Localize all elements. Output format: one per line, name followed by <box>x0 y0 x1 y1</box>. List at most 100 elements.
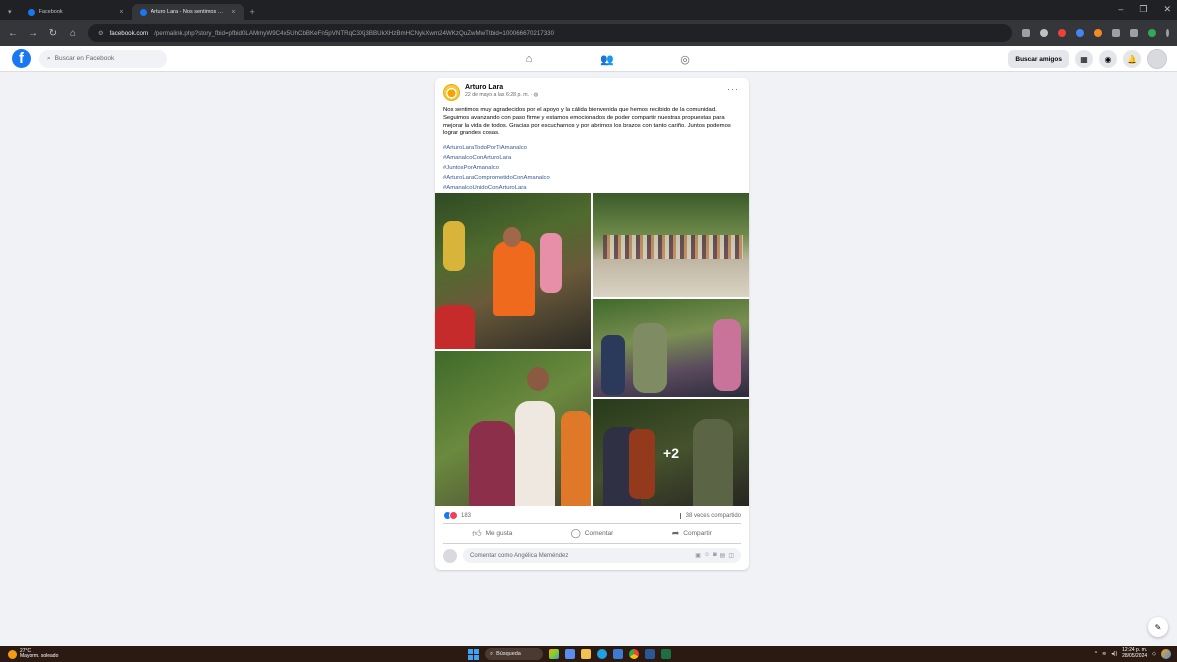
messenger-icon[interactable]: ◉ <box>1099 50 1117 68</box>
search-placeholder: Buscar en Facebook <box>54 55 115 62</box>
forward-icon[interactable]: → <box>28 28 38 39</box>
cast-icon[interactable] <box>1022 29 1030 37</box>
extensions-puzzle-icon[interactable] <box>1112 29 1120 37</box>
minimize-icon[interactable]: – <box>1118 4 1123 15</box>
extensions-area <box>1022 29 1169 37</box>
tab-facebook[interactable]: Facebook × <box>20 4 132 20</box>
notification-bell-icon[interactable]: ◇ <box>1152 651 1156 657</box>
facebook-main-nav: ⌂ 👥 ◎ <box>515 50 699 68</box>
tab-title: Facebook <box>38 9 63 15</box>
comment-bubble-icon: ◯ <box>570 528 581 538</box>
tray-overflow-icon[interactable]: ^ <box>1095 651 1097 657</box>
bookmark-star-icon[interactable] <box>1040 29 1048 37</box>
more-photos-overlay[interactable]: +2 <box>593 399 749 506</box>
tab-search-icon[interactable]: ▾ <box>6 8 20 20</box>
browser-tab-strip: ▾ Facebook × Arturo Lara - Nos sentimos … <box>0 0 1177 20</box>
word-icon[interactable] <box>645 649 655 659</box>
home-icon[interactable]: ⌂ <box>68 28 78 39</box>
search-icon: ⌕ <box>47 54 51 62</box>
post-date[interactable]: 22 de mayo a las 6:28 p. m. · ◍ <box>465 92 538 98</box>
like-button[interactable]: 👍︎ Me gusta <box>472 528 512 539</box>
new-message-icon[interactable]: ✎ <box>1148 617 1168 637</box>
extension-shield-icon[interactable] <box>1076 29 1084 37</box>
post-options-icon[interactable]: ··· <box>727 84 739 94</box>
new-tab-icon[interactable]: + <box>244 7 261 20</box>
excel-icon[interactable] <box>661 649 671 659</box>
hashtag-link[interactable]: #ArturoLaraComprometidoConAmanalco <box>443 173 550 183</box>
volume-icon[interactable]: ◂)) <box>1111 651 1117 657</box>
hashtag-link[interactable]: #AmanalcoUnidoConArturoLara <box>443 183 550 193</box>
hashtag-link[interactable]: #ArturoLaraTodoPorTiAmanalco <box>443 143 550 153</box>
avatar-sticker-icon[interactable]: ▣ <box>695 552 701 559</box>
share-button[interactable]: ➦ Compartir <box>672 528 712 539</box>
photo-5[interactable]: +2 <box>593 399 749 506</box>
shares-count[interactable]: 38 veces compartido <box>679 512 741 519</box>
comment-placeholder: Comentar como Angélica Meméndez <box>470 552 569 559</box>
comment-tools: ▣ ☺ ◙ ▤ ◫ <box>695 552 734 559</box>
photo-3[interactable] <box>593 299 749 397</box>
widgets-icon[interactable] <box>549 649 559 659</box>
file-explorer-icon[interactable] <box>581 649 591 659</box>
camera-icon[interactable]: ◙ <box>713 552 717 559</box>
extension-red-icon[interactable] <box>1058 29 1066 37</box>
close-window-icon[interactable]: ✕ <box>1163 4 1171 15</box>
hashtag-link[interactable]: #JuntosPorAmanalco <box>443 163 550 173</box>
copilot-icon[interactable] <box>1161 648 1171 659</box>
wifi-icon[interactable]: ≋ <box>1102 651 1106 657</box>
reactions-count[interactable]: 183 <box>461 513 471 519</box>
comment-button[interactable]: ◯ Comentar <box>571 528 614 539</box>
search-icon: ⌕ <box>490 650 494 657</box>
back-icon[interactable]: ← <box>8 28 18 39</box>
chrome-menu-icon[interactable] <box>1166 29 1169 37</box>
emoji-icon[interactable]: ☺ <box>704 552 710 559</box>
address-bar[interactable]: ⚙ facebook.com/permalink.php?story_fbid=… <box>88 24 1012 42</box>
clock[interactable]: 12:24 p. m. 28/05/2024 <box>1122 647 1147 659</box>
tab-close-icon[interactable]: × <box>119 9 123 16</box>
facebook-logo-icon[interactable]: f <box>12 49 31 68</box>
account-avatar[interactable] <box>1147 49 1167 69</box>
post-author[interactable]: Arturo Lara <box>465 84 538 91</box>
reload-icon[interactable]: ↻ <box>48 28 58 39</box>
public-globe-icon: ◍ <box>533 92 539 98</box>
notifications-bell-icon[interactable]: 🔔 <box>1123 50 1141 68</box>
hashtag-link[interactable]: #AmanalcoConArturoLara <box>443 153 550 163</box>
extension-orange-icon[interactable] <box>1094 29 1102 37</box>
comment-composer: Comentar como Angélica Meméndez ▣ ☺ ◙ ▤ … <box>443 548 741 563</box>
post-stats: 183 38 veces compartido <box>443 511 741 520</box>
commenter-avatar <box>443 548 457 563</box>
author-avatar[interactable] <box>443 84 460 101</box>
reading-list-icon[interactable] <box>1130 29 1138 37</box>
edge-icon[interactable] <box>597 649 607 659</box>
tab-post[interactable]: Arturo Lara - Nos sentimos mu... × <box>131 4 244 20</box>
tab-close-icon[interactable]: × <box>231 9 235 16</box>
sticker-icon[interactable]: ◫ <box>728 552 734 559</box>
windows-start-icon[interactable] <box>468 648 479 660</box>
chrome-icon[interactable] <box>629 649 639 659</box>
facebook-search-input[interactable]: ⌕ Buscar en Facebook <box>39 49 167 68</box>
photo-4[interactable] <box>435 351 591 506</box>
site-info-icon[interactable]: ⚙ <box>98 30 104 37</box>
photo-2[interactable] <box>593 193 749 297</box>
taskbar-search[interactable]: ⌕ Búsqueda <box>485 648 543 660</box>
gif-icon[interactable]: ▤ <box>720 552 726 559</box>
post-header: Arturo Lara 22 de mayo a las 6:28 p. m. … <box>443 84 538 101</box>
home-nav-icon[interactable]: ⌂ <box>515 50 543 68</box>
friends-nav-icon[interactable]: 👥 <box>593 50 621 68</box>
windows-taskbar: 27°C Mayorm. soleado ⌕ Búsqueda ^ ≋ ◂)) 12… <box>0 646 1177 662</box>
groups-nav-icon[interactable]: ◎ <box>671 50 699 68</box>
thumbs-up-icon: 👍︎ <box>472 528 482 538</box>
weather-widget[interactable]: 27°C Mayorm. soleado <box>8 649 58 659</box>
profile-icon[interactable] <box>1148 29 1156 37</box>
restore-icon[interactable]: ❐ <box>1139 4 1147 15</box>
find-friends-button[interactable]: Buscar amigos <box>1008 50 1069 68</box>
task-view-icon[interactable] <box>565 649 575 659</box>
post-hashtags: #ArturoLaraTodoPorTiAmanalco #AmanalcoCo… <box>443 143 550 193</box>
facebook-header-right: Buscar amigos ▦ ◉ 🔔 <box>1008 49 1167 69</box>
store-icon[interactable] <box>613 649 623 659</box>
taskbar-apps: ⌕ Búsqueda <box>468 648 671 660</box>
photo-1[interactable] <box>435 193 591 349</box>
url-path: /permalink.php?story_fbid=pfbid0LAMmyW9C… <box>154 29 555 37</box>
divider <box>443 543 741 544</box>
menu-grid-icon[interactable]: ▦ <box>1075 50 1093 68</box>
comment-input[interactable]: Comentar como Angélica Meméndez ▣ ☺ ◙ ▤ … <box>463 548 741 563</box>
